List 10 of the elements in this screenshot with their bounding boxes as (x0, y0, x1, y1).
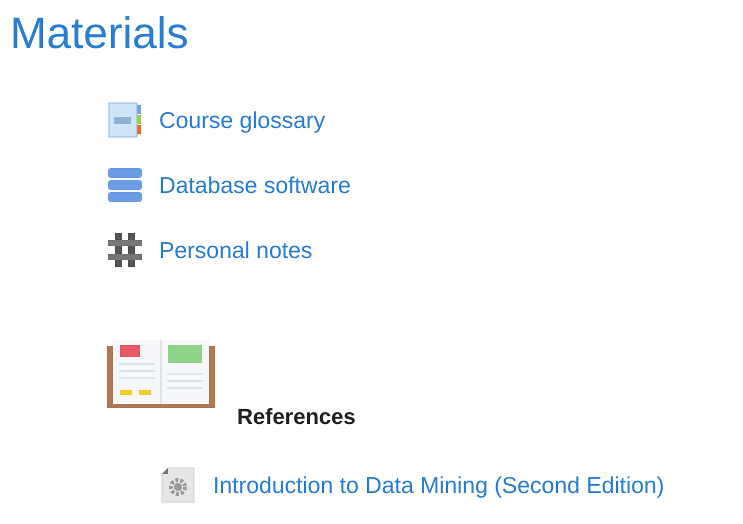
activity-link[interactable]: Personal notes (159, 236, 312, 264)
grid-symbol-icon (107, 232, 143, 268)
glossary-book-icon (107, 102, 143, 138)
subsection-title: References (237, 404, 356, 430)
resource-link[interactable]: Introduction to Data Mining (Second Edition) (213, 472, 664, 498)
activity-link[interactable]: Database software (159, 172, 351, 198)
section-title: Materials (9, 8, 190, 60)
activity-link[interactable]: Course glossary (159, 106, 326, 134)
gear-document-icon (160, 467, 196, 503)
database-icon (107, 167, 143, 203)
